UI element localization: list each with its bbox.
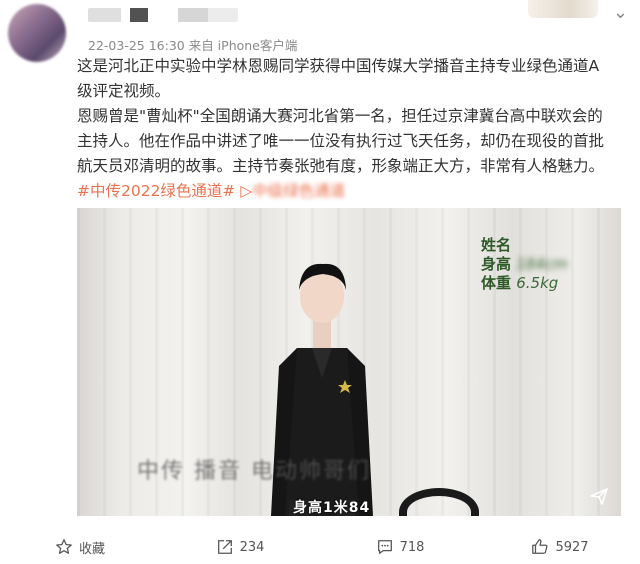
comment-count: 718: [399, 539, 425, 555]
send-icon[interactable]: [589, 486, 609, 506]
post-paragraph-2-text: 恩赐曾是"曹灿杯"全国朗诵大赛河北省第一名，担任过京津冀台高中联欢会的主持人。他…: [77, 107, 605, 175]
username-blurred[interactable]: [88, 8, 238, 22]
comment-button[interactable]: 718: [320, 538, 480, 556]
stats-panel: 姓名 身高 184cm 体重 6.5kg: [481, 236, 568, 293]
post-body: 这是河北正中实验中学林恩赐同学获得中国传媒大学播音主持专业绿色通道A级评定视频。…: [77, 54, 607, 204]
video-caption: 身高1米84: [293, 500, 371, 516]
repost-count: 234: [239, 539, 265, 555]
like-count: 5927: [555, 539, 589, 555]
star-icon: [56, 539, 72, 554]
repost-button[interactable]: 234: [160, 538, 320, 556]
share-icon: [217, 540, 232, 554]
chevron-down-icon[interactable]: ⌄: [613, 2, 628, 23]
favorite-button[interactable]: 收藏: [0, 538, 160, 557]
favorite-label: 收藏: [78, 541, 105, 557]
video-link-icon[interactable]: ▷: [240, 182, 252, 200]
video-link-text[interactable]: 中级绿色通道: [252, 182, 345, 200]
video-player[interactable]: 姓名 身高 184cm 体重 6.5kg 中传 播音 电动帅哥们 身高1米84: [77, 208, 621, 516]
action-bar: 收藏 234 718 5927: [0, 530, 640, 564]
stat-weight: 体重 6.5kg: [481, 274, 559, 292]
stat-name: 姓名: [481, 236, 512, 254]
decorative-sticker: [528, 0, 598, 18]
like-button[interactable]: 5927: [480, 538, 640, 556]
comment-icon: [377, 540, 392, 554]
post-paragraph-1: 这是河北正中实验中学林恩赐同学获得中国传媒大学播音主持专业绿色通道A级评定视频。: [77, 57, 600, 100]
thumbs-up-icon: [532, 539, 548, 554]
hashtag-link[interactable]: #中传2022绿色通道#: [77, 182, 235, 200]
video-subtitle: 中传 播音 电动帅哥们: [137, 459, 371, 484]
stat-height: 身高 184cm: [481, 255, 568, 273]
post-meta: 22-03-25 16:30 来自 iPhone客户端: [88, 38, 298, 53]
avatar[interactable]: [8, 4, 66, 62]
post-paragraph-2: 恩赐曾是"曹灿杯"全国朗诵大赛河北省第一名，担任过京津冀台高中联欢会的主持人。他…: [77, 104, 607, 204]
